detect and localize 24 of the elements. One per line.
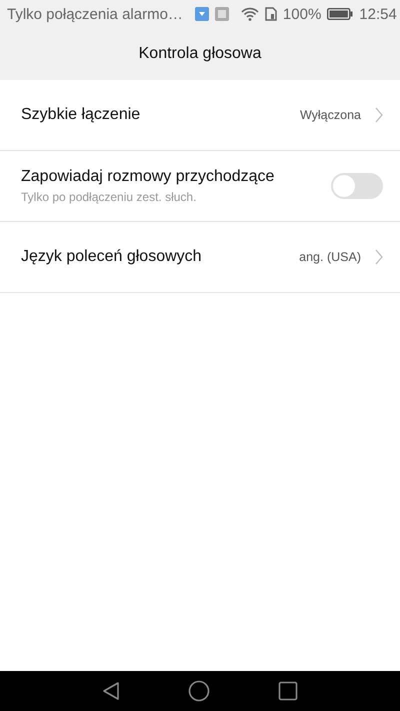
setting-label: Zapowiadaj rozmowy przychodzące [21, 168, 276, 186]
setting-value: Wyłączona [300, 108, 361, 122]
settings-row[interactable]: Zapowiadaj rozmowy przychodzące Tylko po podłączeniu zest. słuch. [0, 151, 400, 222]
setting-value: ang. (USA) [299, 250, 361, 264]
wifi-icon [240, 7, 259, 21]
toggle-switch[interactable] [331, 173, 383, 199]
setting-label: Szybkie łączenie [21, 106, 142, 124]
clock-time: 12:54 [359, 6, 397, 22]
settings-row[interactable]: Język poleceń głosowych ang. (USA) [0, 222, 400, 293]
image-icon [214, 7, 229, 21]
chevron-right-icon [375, 249, 383, 265]
battery-percent: 100% [282, 6, 322, 22]
home-icon[interactable] [188, 680, 210, 702]
notification-icon [194, 7, 209, 21]
setting-label: Język poleceń głosowych [21, 248, 203, 266]
battery-icon [327, 8, 354, 20]
setting-subtitle: Tylko po podłączeniu zest. słuch. [21, 190, 198, 204]
recent-apps-icon[interactable] [278, 681, 298, 701]
page-title: Kontrola głosowa [138, 45, 262, 63]
settings-row[interactable]: Szybkie łączenie Wyłączona [0, 80, 400, 151]
sim-icon [264, 7, 277, 21]
back-icon[interactable] [102, 681, 120, 701]
chevron-right-icon [375, 107, 383, 123]
notification-text: Tylko połączenia alarmo… [7, 6, 183, 22]
